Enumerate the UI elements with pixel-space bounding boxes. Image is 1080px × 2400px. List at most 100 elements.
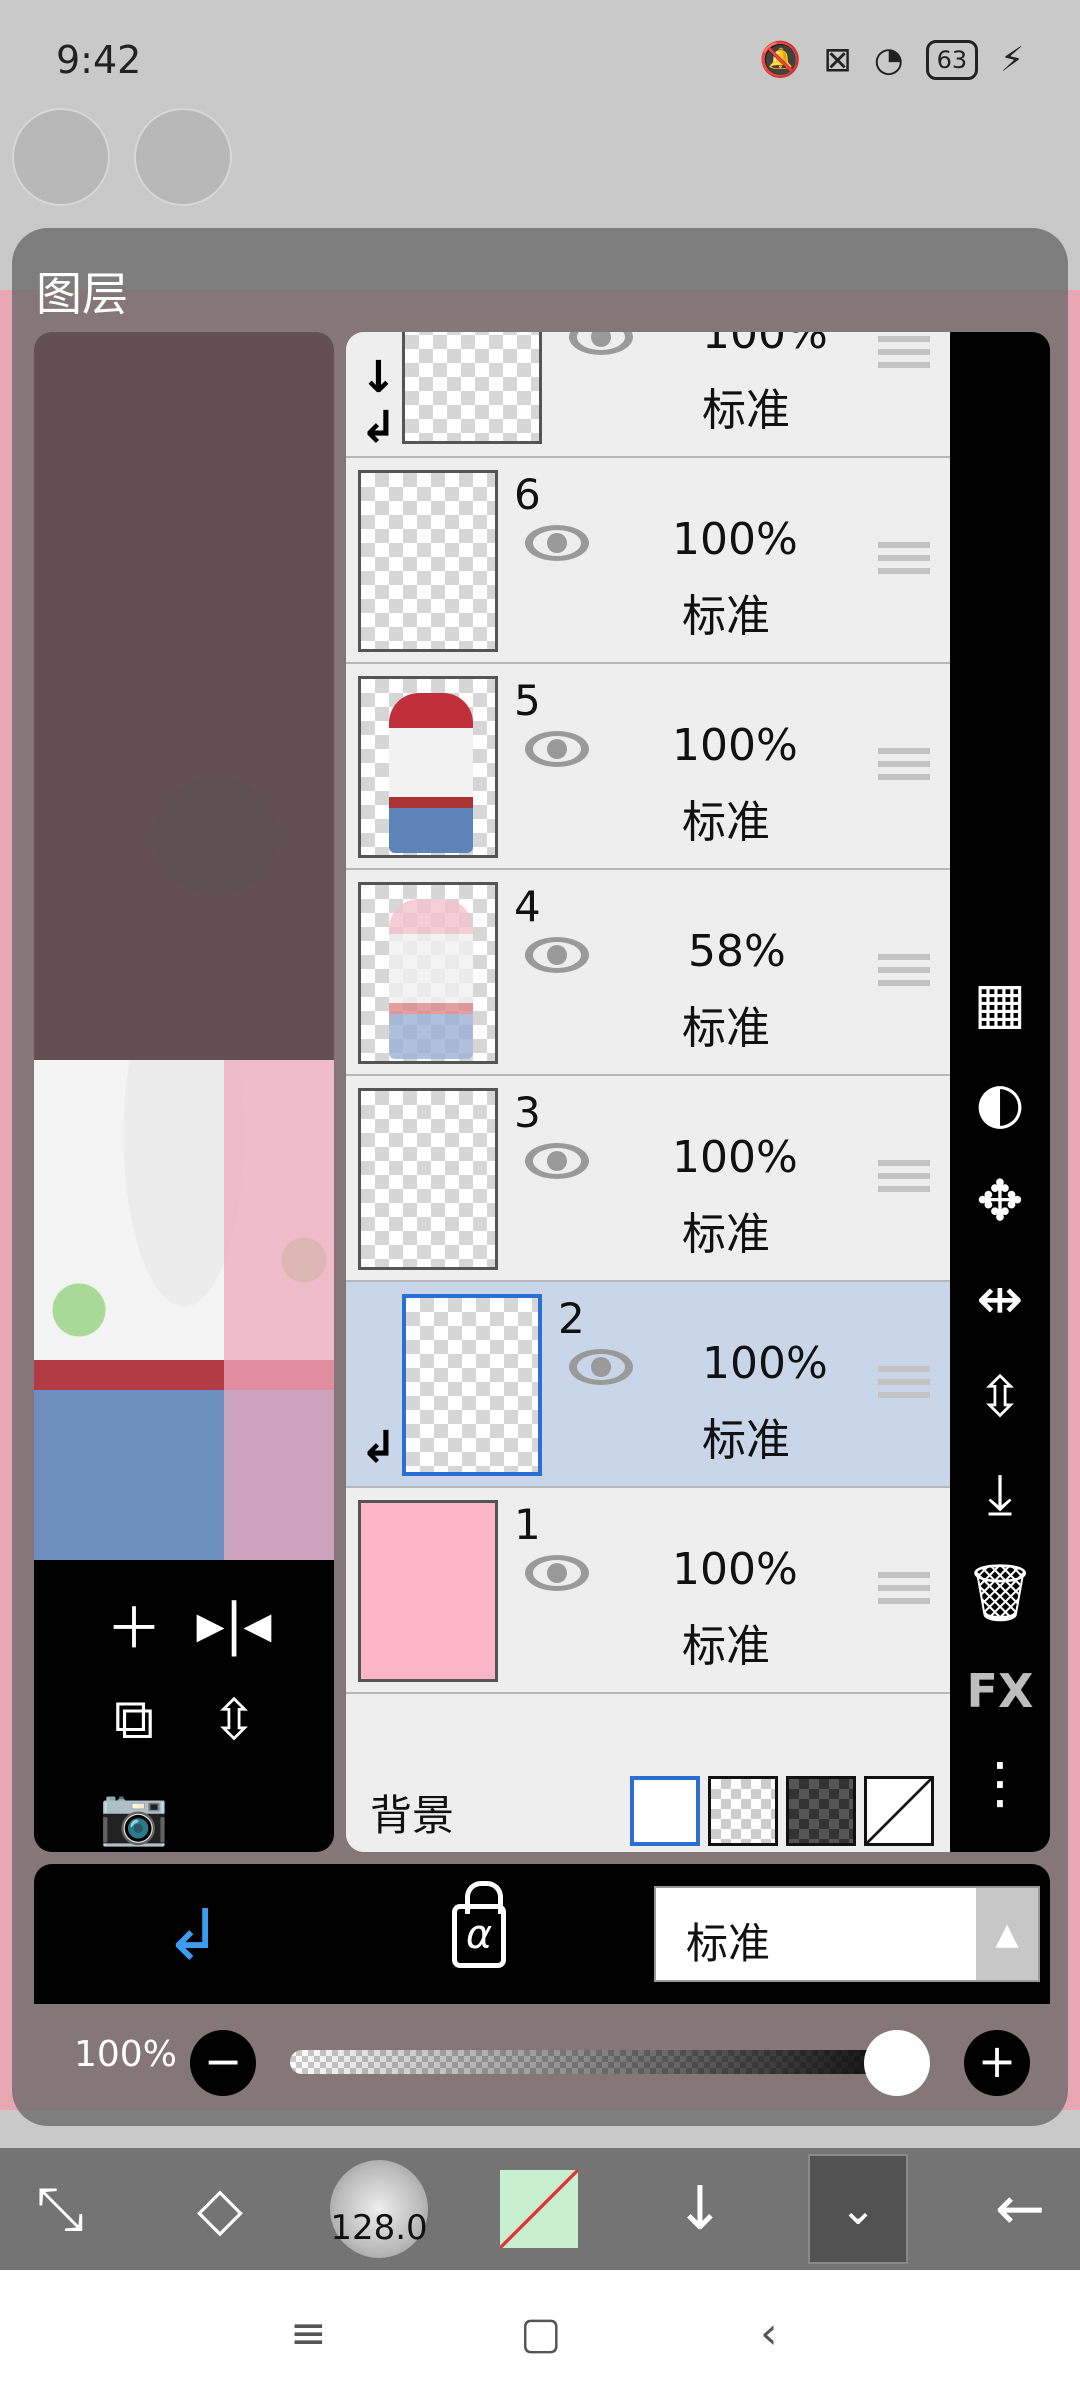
- layer-row[interactable]: 1 100% 标准: [346, 1488, 950, 1694]
- layer-preview: ＋ ▸|◂ ⧉ ⇳ 📷: [34, 332, 334, 1852]
- layer-opacity: 100%: [672, 720, 798, 771]
- side-toolbar: ▦ ◐ ✥ ⇹ ⇳ ⤓ 🗑 FX ⋮: [950, 332, 1050, 1852]
- preview-toolbox: ＋ ▸|◂ ⧉ ⇳ 📷: [34, 1560, 334, 1852]
- background-label: 背景: [370, 1791, 455, 1840]
- layer-blend-mode: 标准: [702, 1415, 790, 1466]
- drag-handle-icon[interactable]: [878, 336, 930, 376]
- layer-thumbnail: [358, 1500, 498, 1682]
- opacity-slider-thumb[interactable]: [864, 2030, 930, 2096]
- layer-row[interactable]: 5 100% 标准: [346, 664, 950, 870]
- background-none-option[interactable]: [864, 1776, 934, 1846]
- layer-opacity: 58%: [688, 926, 786, 977]
- top-circle-buttons: [12, 108, 232, 206]
- layer-blend-mode: 标准: [682, 1621, 770, 1672]
- home-icon[interactable]: ▢: [520, 2308, 562, 2359]
- layer-number: 1: [514, 1500, 541, 1549]
- alpha-lock-button[interactable]: α: [452, 1881, 506, 1968]
- blend-mode-select[interactable]: 标准 ▲: [654, 1886, 1040, 1982]
- layer-blend-mode: 标准: [702, 385, 790, 436]
- layer-opacity: 100%: [672, 1544, 798, 1595]
- panel-title: 图层: [36, 267, 128, 321]
- drag-handle-icon[interactable]: [878, 1572, 930, 1612]
- layer-row[interactable]: 4 58% 标准: [346, 870, 950, 1076]
- opacity-bar: 100% − +: [34, 2004, 1050, 2114]
- battery-icon: 63: [925, 40, 979, 80]
- layer-row[interactable]: 3 100% 标准: [346, 1076, 950, 1282]
- add-layer-icon[interactable]: ＋: [84, 1576, 184, 1672]
- layer-thumbnail: [358, 470, 498, 652]
- clip-arrow-icon: ↓: [360, 352, 397, 403]
- eye-icon[interactable]: [522, 522, 592, 564]
- layer-thumbnail: [358, 1088, 498, 1270]
- flip-horizontal-icon[interactable]: ▸|◂: [184, 1576, 284, 1672]
- layer-row[interactable]: 6 100% 标准: [346, 458, 950, 664]
- eye-icon[interactable]: [566, 332, 636, 358]
- clip-arrow-icon: ↲: [360, 402, 397, 453]
- clipping-icon[interactable]: ↲: [164, 1894, 223, 1976]
- undo-circle-button[interactable]: [12, 108, 110, 206]
- no-sim-icon: ⊠: [823, 40, 852, 80]
- more-icon[interactable]: ⋮: [950, 1738, 1050, 1828]
- eye-icon[interactable]: [522, 934, 592, 976]
- menu-icon[interactable]: ≡: [290, 2308, 327, 2359]
- transparency-checker-icon[interactable]: ▦: [950, 958, 1050, 1048]
- contrast-icon[interactable]: ◐: [950, 1058, 1050, 1148]
- charging-icon: ⚡: [1000, 40, 1024, 80]
- drag-handle-icon[interactable]: [878, 542, 930, 582]
- brush-size-label: 128.0: [330, 2208, 428, 2248]
- move-icon[interactable]: ✥: [950, 1156, 1050, 1246]
- wifi-icon: ◔: [873, 40, 904, 80]
- flip-horizontal-icon[interactable]: ⇹: [950, 1254, 1050, 1344]
- layer-panel: 图层 ＋ ▸|◂ ⧉ ⇳ 📷 7 100% 标准 ↓ ↲ 6 100%: [12, 228, 1068, 2126]
- eye-icon[interactable]: [566, 1346, 636, 1388]
- drag-handle-icon[interactable]: [878, 1366, 930, 1406]
- layer-thumbnail: [358, 882, 498, 1064]
- back-icon[interactable]: ‹: [760, 2308, 778, 2359]
- layer-opacity: 100%: [702, 332, 828, 359]
- blend-mode-value: 标准: [686, 1919, 771, 1968]
- eye-icon[interactable]: [522, 728, 592, 770]
- bottom-toolbar: ⤡ ◇ 128.0 ↓ ⌄ ←: [0, 2148, 1080, 2270]
- layer-blend-mode: 标准: [682, 591, 770, 642]
- eye-icon[interactable]: [522, 1552, 592, 1594]
- layer-opacity: 100%: [672, 514, 798, 565]
- arrow-down-icon[interactable]: ↓: [650, 2148, 750, 2270]
- trash-icon[interactable]: 🗑: [950, 1548, 1050, 1638]
- drag-handle-icon[interactable]: [878, 954, 930, 994]
- flip-vertical-icon[interactable]: ⇳: [184, 1672, 284, 1768]
- layer-row-selected[interactable]: 2 100% 标准 ↲: [346, 1282, 950, 1488]
- layer-number: 4: [514, 882, 541, 931]
- opacity-increase-button[interactable]: +: [964, 2030, 1030, 2096]
- eye-icon[interactable]: [522, 1140, 592, 1182]
- status-icons: 🔕 ⊠ ◔ 63 ⚡: [759, 40, 1024, 80]
- layer-number: 2: [558, 1294, 585, 1343]
- background-dark-checker-option[interactable]: [786, 1776, 856, 1846]
- transform-tool-icon[interactable]: ⤡: [10, 2148, 110, 2270]
- layer-list: 7 100% 标准 ↓ ↲ 6 100% 标准 5 100% 标准: [346, 332, 950, 1852]
- redo-circle-button[interactable]: [134, 108, 232, 206]
- merge-down-icon[interactable]: ⤓: [950, 1450, 1050, 1540]
- back-arrow-icon[interactable]: ←: [970, 2148, 1070, 2270]
- fx-button[interactable]: FX: [950, 1646, 1050, 1736]
- flip-vertical-icon[interactable]: ⇳: [950, 1352, 1050, 1442]
- chevron-up-icon: ▲: [976, 1888, 1038, 1980]
- expand-icon[interactable]: ⌄: [808, 2154, 908, 2264]
- opacity-decrease-button[interactable]: −: [190, 2030, 256, 2096]
- layer-number: 5: [514, 676, 541, 725]
- duplicate-layer-icon[interactable]: ⧉: [84, 1672, 184, 1768]
- eraser-icon[interactable]: ◇: [170, 2148, 270, 2270]
- status-bar: 9:42 🔕 ⊠ ◔ 63 ⚡: [0, 0, 1080, 120]
- layer-thumbnail: [402, 332, 542, 444]
- background-light-checker-option[interactable]: [708, 1776, 778, 1846]
- background-white-option[interactable]: [630, 1776, 700, 1846]
- clip-arrow-icon: ↲: [360, 1422, 397, 1473]
- camera-icon[interactable]: 📷: [84, 1768, 184, 1852]
- layer-number: 6: [514, 470, 541, 519]
- drag-handle-icon[interactable]: [878, 748, 930, 788]
- layer-row[interactable]: 7 100% 标准 ↓ ↲: [346, 332, 950, 458]
- color-swatch[interactable]: [500, 2170, 578, 2248]
- opacity-slider[interactable]: [290, 2050, 930, 2074]
- background-row: 背景: [346, 1760, 950, 1852]
- drag-handle-icon[interactable]: [878, 1160, 930, 1200]
- layer-opacity: 100%: [702, 1338, 828, 1389]
